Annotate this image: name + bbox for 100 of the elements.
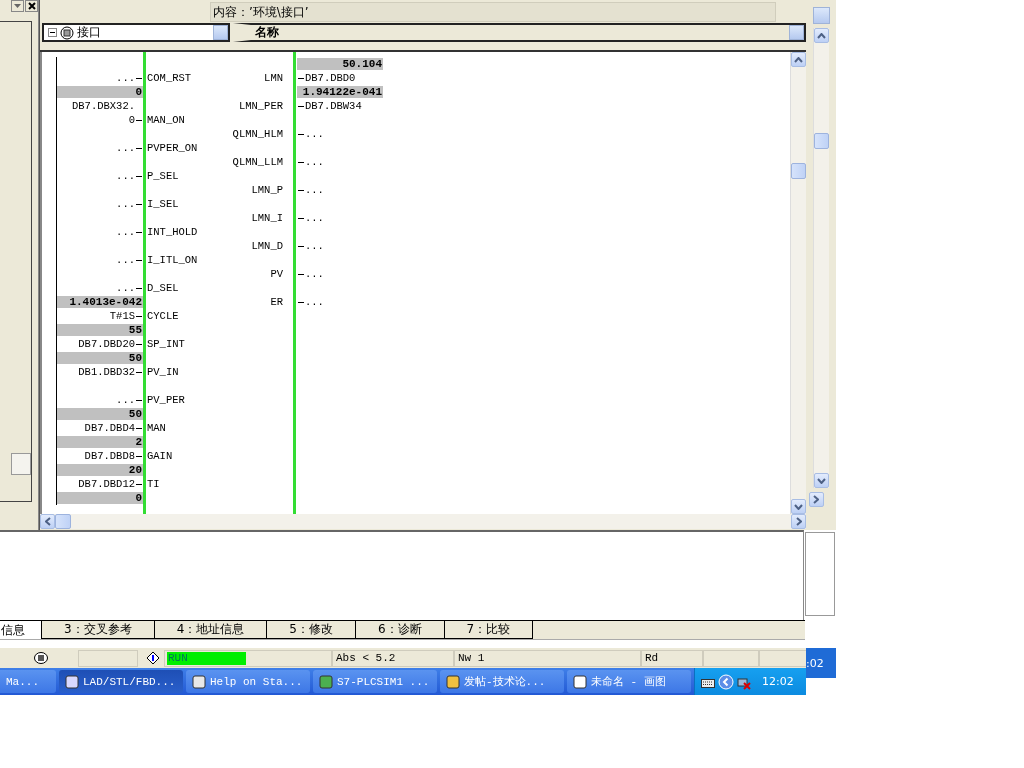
connector-line xyxy=(136,483,142,485)
pin-name: TI xyxy=(147,478,160,490)
scroll-thumb[interactable] xyxy=(791,163,806,179)
connector-line xyxy=(298,133,304,135)
scroll-down-button[interactable] xyxy=(814,473,829,488)
tab[interactable]: 信息 xyxy=(0,621,42,639)
scroll-thumb[interactable] xyxy=(55,514,71,529)
vertical-scrollbar[interactable] xyxy=(813,28,829,488)
scroll-left-button[interactable] xyxy=(40,514,55,529)
tab[interactable]: 7：比较 xyxy=(444,621,534,639)
taskbar-button[interactable]: Ma... xyxy=(0,670,56,693)
connector-line xyxy=(136,455,142,457)
collapse-icon xyxy=(48,28,57,37)
parameter-value: 0 xyxy=(57,86,143,98)
pin-name: LMN_PER xyxy=(238,100,283,112)
parameter-value: 50 xyxy=(57,408,143,420)
connector-line xyxy=(298,77,304,79)
chevron-left-icon xyxy=(44,517,51,526)
tab[interactable]: 5：修改 xyxy=(267,621,356,639)
tab[interactable]: 4：地址信息 xyxy=(154,621,268,639)
taskbar-button[interactable]: S7-PLCSIM1 ... xyxy=(313,670,437,693)
parameter-value: 50 xyxy=(57,352,143,364)
connector-line xyxy=(136,315,142,317)
connector-line xyxy=(136,119,142,121)
parameter-address: ... xyxy=(305,184,324,196)
parameter-address: DB7.DBD0 xyxy=(305,72,356,84)
pin-name: D_SEL xyxy=(147,282,179,294)
vertical-scrollbar[interactable] xyxy=(790,52,806,514)
connector-line xyxy=(136,77,142,79)
parameter-address: ... xyxy=(116,72,135,84)
pin-name: MAN_ON xyxy=(147,114,185,126)
horizontal-scrollbar[interactable] xyxy=(40,514,806,529)
taskbar-button[interactable]: 未命名 - 画图 xyxy=(567,670,691,693)
status-field xyxy=(78,649,138,667)
parameter-address: ... xyxy=(305,128,324,140)
scroll-right-button[interactable] xyxy=(791,514,806,529)
connector-line xyxy=(136,399,142,401)
pin-name: I_ITL_ON xyxy=(147,254,198,266)
pin-name: PV_IN xyxy=(147,366,179,378)
parameter-address: DB7.DBD12 xyxy=(78,478,135,490)
parameter-address: ... xyxy=(305,296,324,308)
tab[interactable]: 6：诊断 xyxy=(355,621,445,639)
chevron-up-icon xyxy=(817,32,826,39)
parameter-value: 20 xyxy=(57,464,143,476)
close-button[interactable] xyxy=(25,0,38,12)
scroll-right-button[interactable] xyxy=(808,492,824,507)
taskbar-button[interactable]: LAD/STL/FBD... xyxy=(59,670,183,693)
interface-icon xyxy=(60,25,74,40)
chevron-right-icon xyxy=(795,517,802,526)
app-icon xyxy=(319,674,333,689)
scroll-up-button[interactable] xyxy=(791,52,806,67)
parameter-value: 1.4013e-042 xyxy=(57,296,143,308)
chevron-down-icon xyxy=(817,477,826,484)
connector-line xyxy=(298,273,304,275)
connector-line xyxy=(136,203,142,205)
pin-name: LMN_I xyxy=(251,212,283,224)
pin-name: P_SEL xyxy=(147,170,179,182)
parameter-address: ... xyxy=(116,170,135,182)
parameter-address: DB7.DBX32. xyxy=(72,100,135,112)
parameter-address: ... xyxy=(116,394,135,406)
toolbar-button[interactable] xyxy=(11,453,31,475)
taskbar-button[interactable]: Help on Sta... xyxy=(186,670,310,693)
chevron-up-icon xyxy=(794,56,803,63)
connector-line xyxy=(136,343,142,345)
app-icon xyxy=(65,674,79,689)
pin-name: SP_INT xyxy=(147,338,185,350)
app-icon xyxy=(573,674,587,689)
parameter-address: DB7.DBW34 xyxy=(305,100,362,112)
parameter-address: ... xyxy=(116,282,135,294)
pin-name: QLMN_HLM xyxy=(232,128,283,140)
scroll-thumb[interactable] xyxy=(814,133,829,149)
pin-name: MAN xyxy=(147,422,166,434)
column-title: 名称 xyxy=(255,24,280,41)
chevron-down-icon xyxy=(794,503,803,510)
caret-icon xyxy=(14,3,21,9)
pin-name: PV xyxy=(270,268,283,280)
pin-name: LMN_P xyxy=(251,184,283,196)
plc-icon xyxy=(33,652,48,664)
connector-line xyxy=(298,245,304,247)
parameter-address: ... xyxy=(116,226,135,238)
connector-line xyxy=(136,259,142,261)
connector-line xyxy=(298,189,304,191)
parameter-address: DB7.DBD20 xyxy=(78,338,135,350)
dropdown-button[interactable] xyxy=(11,0,24,12)
connector-line xyxy=(136,287,142,289)
parameter-value: 2 xyxy=(57,436,143,448)
scroll-down-button[interactable] xyxy=(791,499,806,514)
taskbar-button[interactable]: 发帖-技术论... xyxy=(440,670,564,693)
parameter-address: ... xyxy=(305,268,324,280)
chevron-right-icon xyxy=(813,495,819,504)
run-indicator: RUN xyxy=(167,651,246,665)
connector-line xyxy=(136,147,142,149)
pin-name: PVPER_ON xyxy=(147,142,198,154)
parameter-value: 1.94122e-041 xyxy=(297,86,383,98)
parameter-address: DB7.DBD8 xyxy=(84,450,135,462)
parameter-address: ... xyxy=(305,156,324,168)
scroll-up-button[interactable] xyxy=(814,28,829,43)
tree-dropdown[interactable]: 接口 xyxy=(42,23,230,42)
connector-line xyxy=(298,217,304,219)
tab[interactable]: 3：交叉参考 xyxy=(42,621,155,639)
